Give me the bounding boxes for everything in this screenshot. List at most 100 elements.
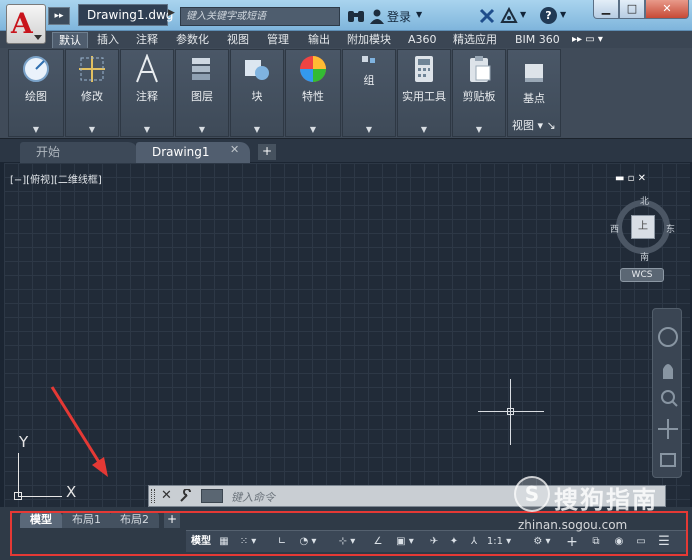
tab-manage[interactable]: 管理 (267, 32, 289, 48)
tab-featured-apps[interactable]: 精选应用 (453, 32, 497, 48)
panel-draw[interactable]: 绘图 ▼ (8, 49, 64, 137)
chevron-down-icon[interactable]: ▼ (9, 125, 63, 134)
title-bar: ▸▸ Drawing1.dwg ▶ 键入关键字或短语 登录 ▼ ▼ ? ▼ ▁ … (0, 0, 692, 31)
panel-block[interactable]: 块 ▼ (230, 49, 284, 137)
ucs-x-label: X (66, 483, 77, 501)
autocad-logo-icon: A (11, 7, 33, 40)
tab-view[interactable]: 视图 (227, 32, 249, 48)
color-wheel-icon (300, 56, 326, 82)
help-dropdown-icon[interactable]: ▼ (560, 10, 566, 19)
viewcube[interactable]: 北 西 东 南 上 WCS (604, 188, 684, 288)
file-tab-start[interactable]: 开始 (20, 142, 138, 163)
compass-west[interactable]: 西 (610, 222, 619, 235)
binoculars-icon[interactable] (347, 8, 365, 24)
tab-parametric[interactable]: 参数化 (176, 32, 209, 48)
compass-south[interactable]: 南 (640, 250, 649, 263)
minimize-button[interactable]: ▁ (593, 0, 619, 19)
annotation-highlight-box (10, 511, 688, 556)
draw-circle-icon (23, 56, 49, 82)
command-input[interactable]: 键入命令 (231, 489, 275, 505)
tab-bim360[interactable]: BIM 360 (515, 32, 560, 48)
panel-view-label[interactable]: 视图 ▾ ↘ (512, 117, 556, 133)
panel-modify[interactable]: 修改 ▼ (65, 49, 119, 137)
file-tab-bar: 开始 Drawing1 ✕ + (0, 138, 692, 163)
panel-groups[interactable]: 组 ▼ (342, 49, 396, 137)
chevron-down-icon[interactable]: ▼ (66, 125, 118, 134)
tab-annotate[interactable]: 注释 (136, 32, 158, 48)
application-menu-button[interactable]: A (6, 4, 46, 44)
search-input[interactable]: 键入关键字或短语 (180, 7, 340, 26)
layers-icon (192, 58, 210, 80)
clipboard-icon (470, 56, 491, 82)
navigation-bar-icons (658, 327, 678, 467)
panel-properties-label: 特性 (302, 90, 324, 103)
ucs-y-label: Y (19, 433, 29, 451)
tab-default[interactable]: 默认 (52, 32, 88, 48)
chevron-down-icon[interactable]: ▼ (176, 125, 228, 134)
chevron-down-icon[interactable]: ▼ (343, 125, 395, 134)
viewport-window-controls[interactable]: ▬ ▫ ✕ (615, 173, 646, 184)
navigation-bar[interactable] (652, 308, 682, 478)
login-dropdown-icon[interactable]: ▼ (416, 10, 422, 19)
ribbon: 绘图 ▼ 修改 ▼ 注释 ▼ 图层 ▼ 块 ▼ 特性 ▼ 组 ▼ 实用工具 ▼ (0, 48, 692, 138)
ucs-origin (14, 492, 22, 500)
recent-commands-icon[interactable] (201, 489, 223, 503)
ucs-x-axis (18, 496, 62, 497)
panel-annotation-label: 注释 (136, 90, 158, 103)
block-insert-icon (245, 60, 269, 80)
close-icon[interactable]: ✕ (230, 143, 239, 156)
close-button[interactable]: ✕ (645, 0, 689, 19)
chevron-down-icon[interactable]: ▼ (231, 125, 283, 134)
tab-output[interactable]: 输出 (308, 32, 330, 48)
login-button[interactable]: 登录 (387, 8, 411, 25)
panel-utilities-label: 实用工具 (402, 90, 446, 103)
command-line[interactable]: ✕ 键入命令 (148, 485, 666, 507)
document-title: Drawing1.dwg (78, 4, 173, 26)
search-expand-icon[interactable]: ▶ (168, 8, 175, 18)
tab-a360[interactable]: A360 (408, 32, 437, 48)
viewport-controls-label[interactable]: [−][俯视][二维线框] (10, 171, 102, 186)
maximize-button[interactable]: □ (619, 0, 645, 19)
tab-insert[interactable]: 插入 (97, 32, 119, 48)
help-icon[interactable]: ? (540, 7, 557, 24)
base-point-label: 基点 (523, 92, 545, 105)
text-icon (136, 54, 158, 83)
panel-block-label: 块 (251, 90, 263, 103)
ribbon-overflow-icon[interactable]: ▸▸ ▭ ▾ (572, 31, 603, 48)
move-icon (79, 56, 105, 82)
a360-icon[interactable] (500, 7, 518, 25)
panel-properties[interactable]: 特性 ▼ (285, 49, 341, 137)
compass-east[interactable]: 东 (666, 222, 675, 235)
panel-modify-label: 修改 (81, 90, 103, 103)
panel-groups-label: 组 (363, 74, 375, 87)
view-label: 视图 (512, 119, 534, 132)
panel-view[interactable]: 基点 视图 ▾ ↘ (507, 49, 561, 137)
chevron-down-icon[interactable]: ▼ (121, 125, 173, 134)
chevron-down-icon[interactable]: ▼ (286, 125, 340, 134)
close-icon[interactable]: ✕ (161, 488, 172, 503)
compass-north[interactable]: 北 (640, 194, 649, 207)
panel-utilities[interactable]: 实用工具 ▼ (397, 49, 451, 137)
wrench-icon[interactable] (179, 489, 193, 503)
viewcube-top-face[interactable]: 上 (631, 215, 655, 239)
new-tab-button[interactable]: + (258, 144, 276, 160)
panel-clipboard[interactable]: 剪贴板 ▼ (452, 49, 506, 137)
ucs-y-axis (18, 453, 19, 497)
panel-clipboard-label: 剪贴板 (462, 90, 496, 103)
a360-dropdown-icon[interactable]: ▼ (520, 10, 526, 19)
cursor-pickbox (507, 408, 514, 415)
chevron-down-icon (34, 35, 42, 40)
wcs-dropdown[interactable]: WCS (620, 268, 664, 282)
chevron-down-icon[interactable]: ▼ (453, 125, 505, 134)
exchange-apps-icon[interactable] (478, 7, 496, 25)
annotation-arrow (50, 386, 108, 477)
drawing-canvas[interactable]: [−][俯视][二维线框] ▬ ▫ ✕ 北 西 东 南 上 WCS Y X (4, 163, 690, 507)
tab-addins[interactable]: 附加模块 (347, 32, 391, 48)
user-icon[interactable] (369, 8, 385, 24)
base-point-icon (525, 64, 543, 82)
chevron-down-icon[interactable]: ▼ (398, 125, 450, 134)
panel-annotation[interactable]: 注释 ▼ (120, 49, 174, 137)
quick-access-expand-button[interactable]: ▸▸ (48, 7, 70, 25)
panel-layers[interactable]: 图层 ▼ (175, 49, 229, 137)
drag-handle-icon[interactable] (151, 489, 155, 503)
